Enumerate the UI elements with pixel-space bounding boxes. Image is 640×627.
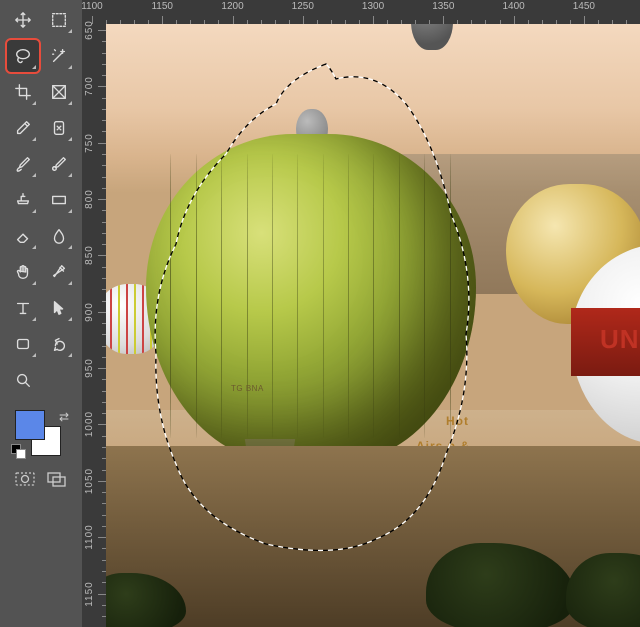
ruler-tick-label: 750 [84,133,95,153]
balloon-side-text: UN [600,324,640,355]
ruler-tick-label: 950 [84,358,95,378]
tool-brush[interactable] [7,148,39,180]
tool-crop[interactable] [7,76,39,108]
screen-mode-button[interactable] [46,470,68,488]
tool-history-brush[interactable] [43,148,75,180]
balloon-text-1: Hot [446,414,469,428]
ruler-tick-label: 1300 [362,1,384,12]
ruler-tick-label: 1150 [151,1,173,12]
tool-shape-rotate[interactable] [43,328,75,360]
ruler-tick-label: 1100 [84,524,95,550]
ruler-tick-label: 1250 [292,1,314,12]
tool-zoom[interactable] [7,364,39,396]
ruler-tick-label: 1200 [221,1,243,12]
tool-clone-stamp[interactable] [7,184,39,216]
ruler-tick-label: 850 [84,246,95,266]
toolbox: ⇄ [0,0,82,627]
app-root: ⇄ 1100 1150 1200 1250 1300 1350 1400 1450 650 70… [0,0,640,627]
scene-balloon-main: TG BNA Hot Airs p & al [146,134,476,464]
ruler-vertical[interactable]: 6507007508008509009501000105011001150 [82,24,107,627]
tool-shape[interactable] [7,328,39,360]
tool-eyedropper[interactable] [7,112,39,144]
color-swatches[interactable]: ⇄ [11,410,71,462]
ruler-tick-label: 650 [84,20,95,40]
tool-blur[interactable] [43,220,75,252]
ruler-tick-label: 1350 [432,1,454,12]
balloon-small-label: TG BNA [231,384,264,393]
quick-mask-button[interactable] [14,470,36,488]
tool-magic-wand[interactable] [43,40,75,72]
tool-lasso[interactable] [7,40,39,72]
ruler-tick-label: 800 [84,189,95,209]
ruler-tick-label: 1000 [84,411,95,437]
tool-path-select[interactable] [43,292,75,324]
ruler-tick-label: 1150 [84,581,95,607]
ruler-tick-label: 1100 [81,1,103,12]
tool-move[interactable] [7,4,39,36]
foreground-color-swatch[interactable] [15,410,45,440]
tool-spot-heal[interactable] [43,112,75,144]
ruler-horizontal[interactable]: 1100 1150 1200 1250 1300 1350 1400 1450 [82,0,640,25]
ruler-tick-label: 900 [84,302,95,322]
ruler-tick-label: 1450 [573,1,595,12]
tool-gradient[interactable] [43,184,75,216]
ruler-tick-label: 700 [84,77,95,97]
swap-colors-icon[interactable]: ⇄ [59,410,69,424]
default-colors-button[interactable] [11,444,27,460]
scene-balloon-top [411,24,453,50]
ruler-tick-label: 1400 [502,1,524,12]
tool-type[interactable] [7,292,39,324]
tool-hand[interactable] [7,256,39,288]
tool-frame[interactable] [43,76,75,108]
ruler-tick-label: 1050 [84,468,95,494]
tool-eraser[interactable] [7,220,39,252]
tool-pen[interactable] [43,256,75,288]
document-canvas[interactable]: TG BNA Hot Airs p & al UN [106,24,640,627]
tool-marquee[interactable] [43,4,75,36]
